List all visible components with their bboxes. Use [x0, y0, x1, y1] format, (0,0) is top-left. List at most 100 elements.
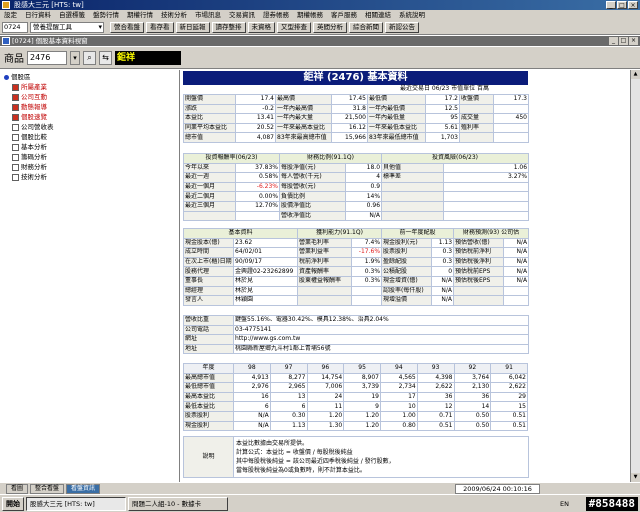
- status-tab-combined[interactable]: 整合看盤: [30, 483, 65, 494]
- basic-label: 董事長: [183, 275, 234, 287]
- menu-customer-service[interactable]: 客戶服務: [327, 10, 361, 20]
- yearly-year: 92: [453, 363, 492, 374]
- menu-market-quotes[interactable]: 盤勢行情: [89, 10, 123, 20]
- menu-related-links[interactable]: 相關連結: [361, 10, 395, 20]
- toolbar-button-5[interactable]: 未資格: [247, 21, 275, 33]
- basic-header-forecast: 財務預測(93) 公司估: [453, 228, 530, 239]
- start-button[interactable]: 開始: [2, 496, 24, 511]
- perf-label: 負債比例: [279, 191, 347, 202]
- menu-trading-info[interactable]: 交易資訊: [225, 10, 259, 20]
- basic-value: 0: [431, 266, 455, 277]
- status-tab-info[interactable]: 看盤資訊: [66, 483, 101, 494]
- tree-root[interactable]: 個股區: [4, 73, 31, 81]
- table-row: 最高本益比 16 13 24 19 17 36 36 29: [183, 391, 528, 403]
- search-icon[interactable]: ⌕: [83, 50, 96, 65]
- toolbar-button-3[interactable]: 新日延報: [175, 21, 210, 33]
- yearly-value: 11: [306, 401, 345, 412]
- menu-help[interactable]: 系統說明: [395, 10, 429, 20]
- perf-label: 最近一個月: [183, 181, 236, 193]
- toolbar-button-1[interactable]: 營合看盤: [110, 21, 144, 33]
- toolbar-button-2[interactable]: 看存看: [146, 21, 174, 33]
- yearly-value: 10: [380, 401, 418, 412]
- yearly-value: 6,042: [490, 372, 528, 384]
- basic-header-info: 基本資料: [182, 228, 299, 239]
- yearly-year: 95: [343, 363, 381, 374]
- tree-item-compare[interactable]: 個股比較: [12, 133, 47, 141]
- toolbar-button-6[interactable]: 又型排查: [277, 21, 311, 33]
- info-label: 營收比重: [183, 315, 234, 326]
- product-bar: 商品 2476 ▾ ⌕ ⇆ 鉅祥: [0, 47, 640, 69]
- tree-item-industry[interactable]: 所屬產業: [12, 83, 47, 91]
- basic-label: 預估稅後EPS: [453, 275, 505, 287]
- close-button[interactable]: ×: [628, 1, 638, 9]
- tree-item-overview[interactable]: 個股速覽: [12, 113, 47, 121]
- tree-item-chips[interactable]: 籌碼分析: [12, 153, 47, 161]
- basic-label: 預估營收(億): [453, 237, 505, 249]
- tool-select[interactable]: 營養提醒工具: [30, 21, 104, 33]
- menu-futures-account[interactable]: 期權帳務: [293, 10, 327, 20]
- summary-value: 17.3: [493, 94, 529, 105]
- language-indicator[interactable]: EN: [560, 498, 580, 510]
- yearly-value: 1.20: [343, 420, 381, 432]
- taskbar-app-main[interactable]: 股感大三元 [HTS: tw]: [26, 496, 126, 511]
- scroll-down-icon[interactable]: ▼: [631, 473, 640, 482]
- info-label: 地址: [183, 343, 234, 355]
- tree-item-news[interactable]: 動態報導: [12, 103, 47, 111]
- basic-label: 營業毛利率: [297, 237, 353, 249]
- menu-settings[interactable]: 設定: [0, 10, 21, 20]
- toolbar-button-4[interactable]: 讀存整排: [211, 21, 246, 33]
- table-row: 營收比重 鍵盤55.16%、電器30.42%、模具12.38%、治具2.04%: [183, 315, 529, 326]
- yearly-value: 15: [490, 401, 528, 412]
- summary-label: 最低價: [367, 94, 426, 105]
- table-row: 最近三個月 12.70% 股價淨值比 0.96: [183, 200, 530, 212]
- basic-label: 盈餘配股: [381, 256, 433, 268]
- tree-item-revenue[interactable]: 公司營收表: [12, 123, 54, 131]
- scroll-up-icon[interactable]: ▲: [631, 70, 640, 79]
- menu-futures-quotes[interactable]: 期權行情: [123, 10, 157, 20]
- tree-item-financial[interactable]: 財務分析: [12, 163, 47, 171]
- yearly-value: N/A: [233, 410, 271, 422]
- basic-label: 稅前淨利率: [297, 256, 353, 268]
- company-website-link[interactable]: http://www.gs.com.tw: [233, 334, 529, 345]
- perf-value: [443, 210, 530, 222]
- summary-label: 成交量: [459, 113, 494, 124]
- basic-value: 林於見: [232, 285, 299, 297]
- inner-close-button[interactable]: ×: [629, 37, 638, 45]
- basic-label: 資產報酬率: [297, 266, 353, 277]
- menu-daily-data[interactable]: 日行資料: [21, 10, 55, 20]
- minimize-button[interactable]: _: [606, 1, 616, 9]
- menu-securities-account[interactable]: 證券帳務: [259, 10, 293, 20]
- taskbar-app-doc[interactable]: 問題二人組-10 - 數據卡: [128, 496, 228, 511]
- yearly-value: 2,965: [269, 382, 308, 393]
- function-code-input[interactable]: 0724: [2, 21, 28, 33]
- tree-item-company-interaction[interactable]: 公司互動: [12, 93, 47, 101]
- yearly-year: 98: [233, 363, 271, 374]
- perf-value: [443, 191, 530, 202]
- yearly-value: 17: [380, 391, 418, 403]
- inner-minimize-button[interactable]: _: [609, 37, 618, 45]
- toolbar-button-7[interactable]: 英間分析: [313, 21, 347, 33]
- vertical-scrollbar[interactable]: ▲ ▼: [630, 70, 640, 482]
- table-header-row: 年度 98 97 96 95 94 93 92 91: [183, 363, 528, 374]
- menu-watchlist[interactable]: 自選標籤: [55, 10, 89, 20]
- toolbar-button-8[interactable]: 綜合新聞: [349, 21, 383, 33]
- perf-value: 12.70%: [234, 200, 281, 212]
- toolbar-button-9[interactable]: 新認公告: [385, 21, 419, 33]
- yearly-year: 93: [416, 363, 455, 374]
- summary-label: 一年來最低本益比: [367, 122, 426, 134]
- yearly-value: 0.71: [416, 410, 455, 422]
- status-tab-chart[interactable]: 看圖: [6, 483, 29, 494]
- menu-market-news[interactable]: 市場訊息: [191, 10, 225, 20]
- chevron-down-icon[interactable]: ▾: [70, 50, 80, 65]
- product-code-input[interactable]: 2476: [27, 50, 67, 65]
- tree-item-technical[interactable]: 技術分析: [12, 173, 47, 181]
- basic-label: 現增溢價: [381, 295, 433, 306]
- link-icon[interactable]: ⇆: [99, 50, 112, 65]
- inner-maximize-button[interactable]: □: [619, 37, 628, 45]
- tree-item-fundamental[interactable]: 基本分析: [12, 143, 47, 151]
- summary-label: 開盤價: [183, 94, 236, 105]
- menu-technical-analysis[interactable]: 技術分析: [157, 10, 191, 20]
- notes-table: 說明 本益比數據由交易所提供。 計算公式：本益比 = 收盤價 / 每股稅後純益 …: [183, 436, 529, 478]
- maximize-button[interactable]: □: [617, 1, 627, 9]
- table-row: 總市值 4,087 83年來最高總市值 15,966 83年來最低總市值 1,703: [183, 132, 529, 143]
